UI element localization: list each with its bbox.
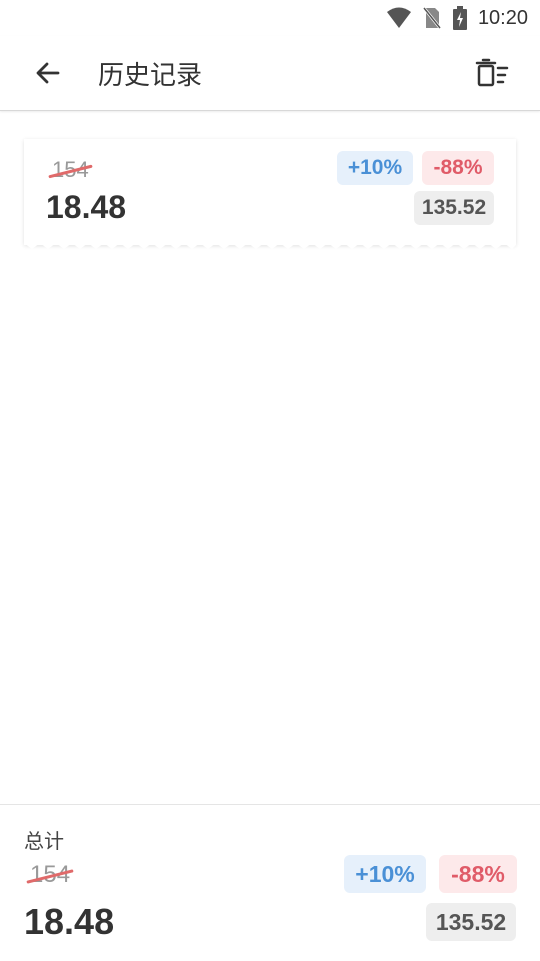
total-discount-badge: -88% [439, 855, 517, 893]
arrow-left-icon [36, 62, 60, 84]
page-title: 历史记录 [98, 59, 203, 90]
total-panel: 总计 154 18.48 +10% -88% 135.52 [0, 804, 540, 961]
status-bar: 10:20 [0, 0, 540, 36]
original-price: 154 [48, 157, 93, 183]
markup-badge: +10% [337, 151, 413, 185]
final-price: 18.48 [46, 189, 127, 225]
delete-list-icon [475, 58, 509, 87]
app-bar: 历史记录 [0, 36, 540, 111]
clear-history-button[interactable] [472, 53, 512, 93]
total-final-price: 18.48 [24, 901, 115, 942]
total-label: 总计 [24, 831, 64, 853]
discount-badge: -88% [422, 151, 494, 185]
no-sim-icon [422, 7, 442, 29]
total-original-price: 154 [26, 861, 74, 889]
receipt-edge [24, 243, 516, 249]
history-card[interactable]: 154 18.48 +10% -88% 135.52 [24, 139, 516, 249]
wifi-icon [386, 7, 411, 28]
total-markup-badge: +10% [344, 855, 426, 893]
back-button[interactable] [28, 53, 68, 93]
status-time: 10:20 [477, 6, 528, 29]
total-amount-badge: 135.52 [426, 903, 516, 941]
amount-badge: 135.52 [414, 191, 494, 225]
battery-charging-icon [452, 6, 467, 30]
